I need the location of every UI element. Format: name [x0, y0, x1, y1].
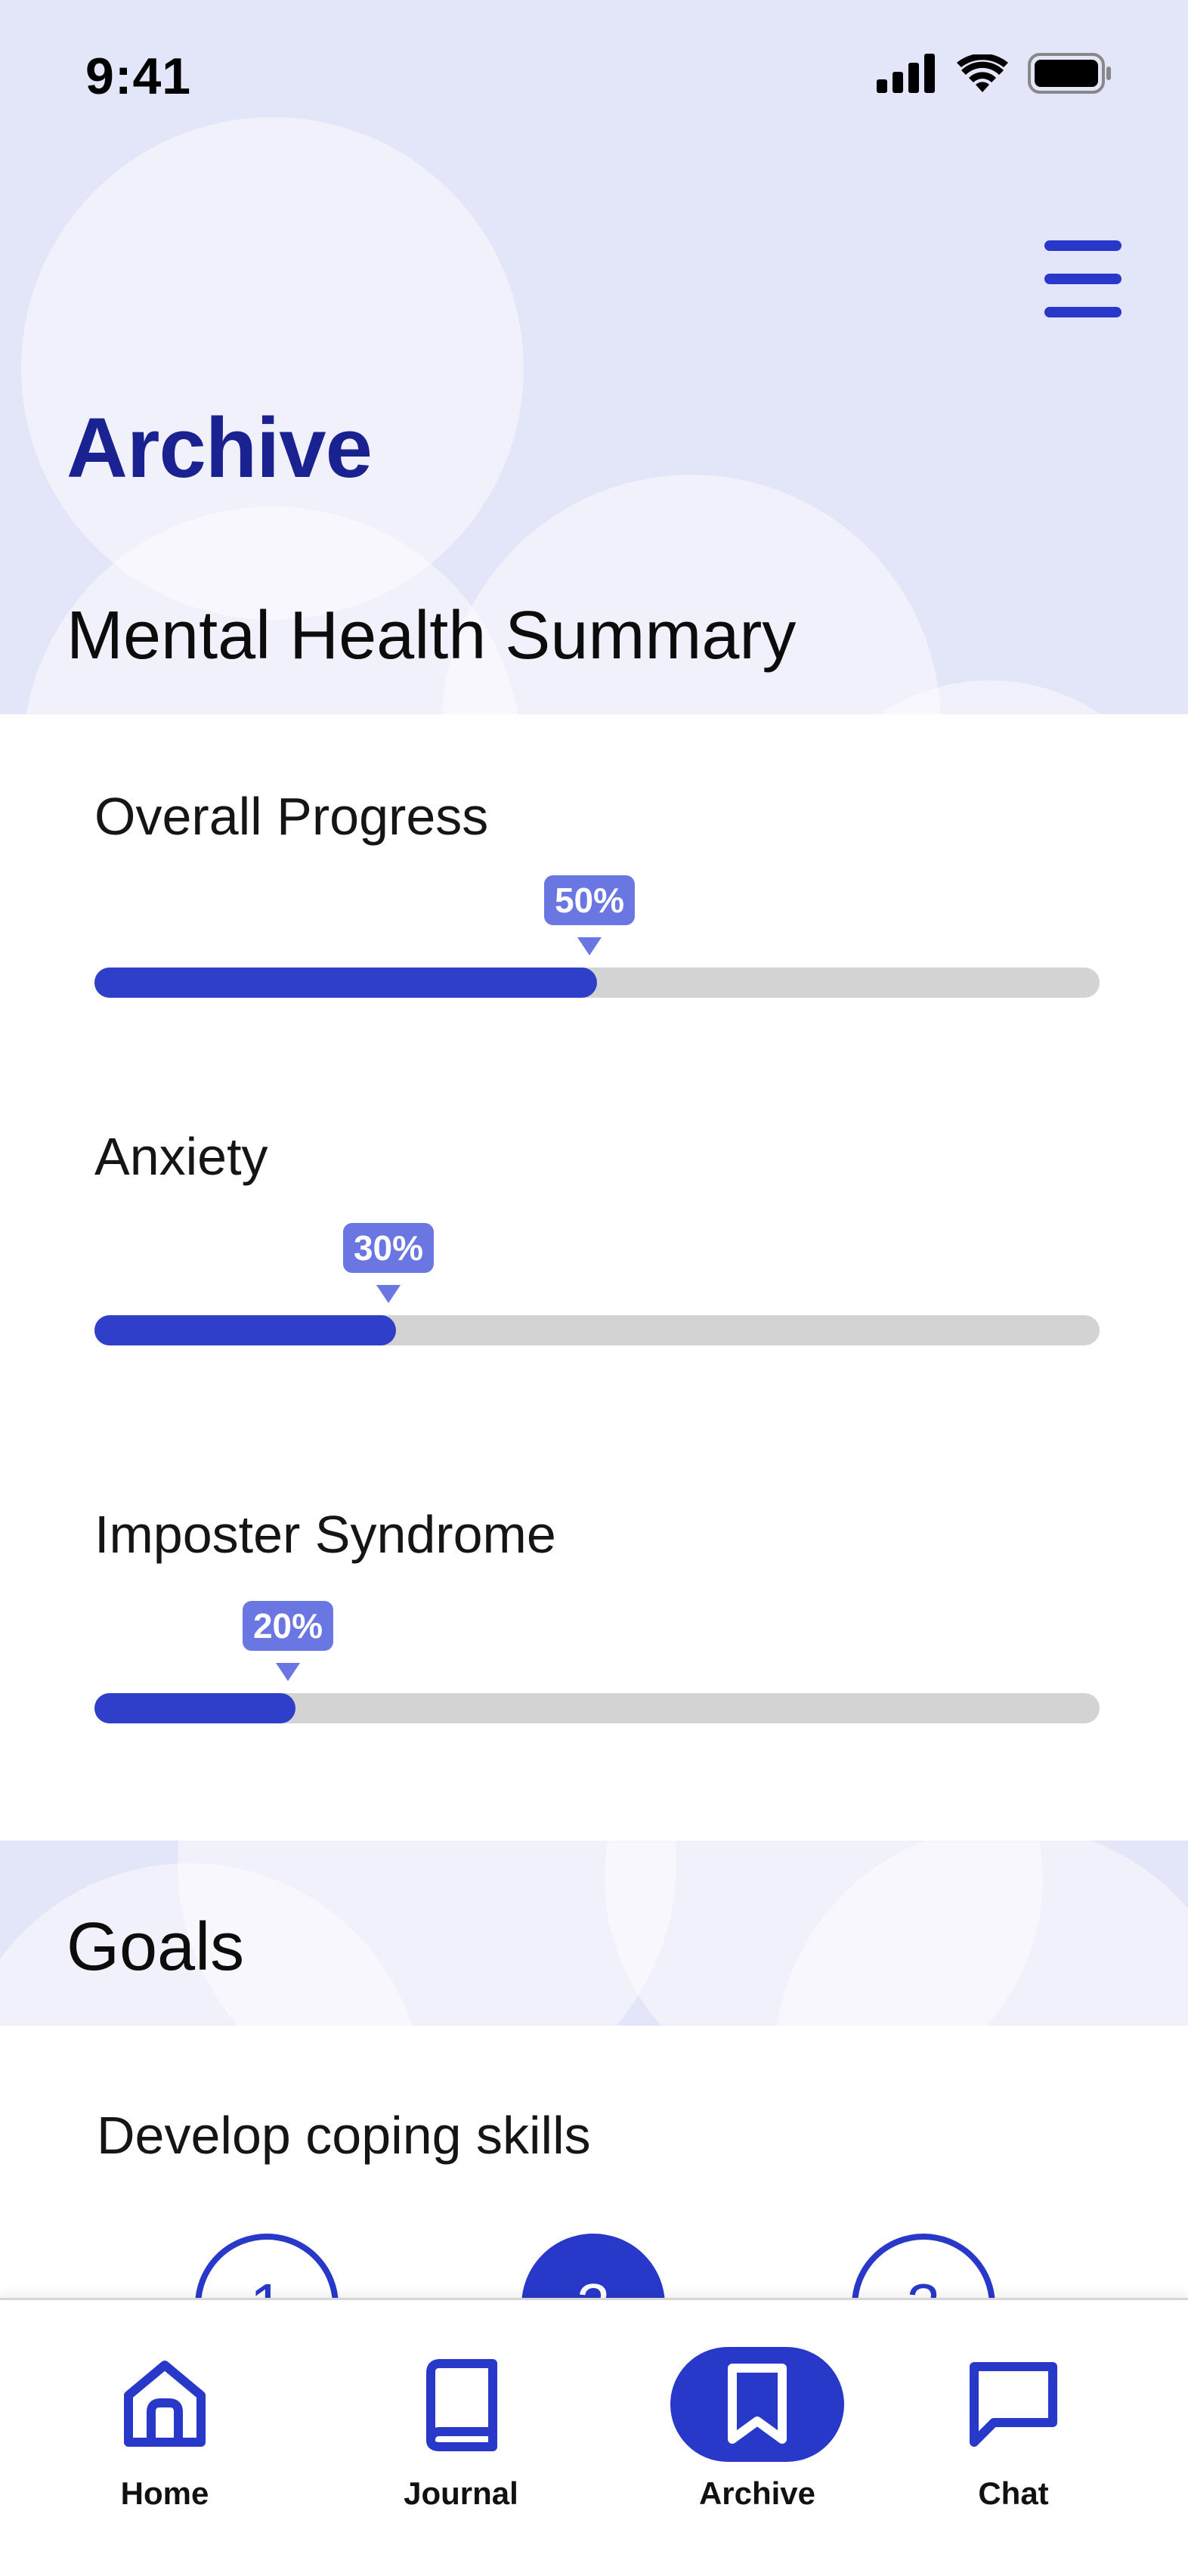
- progress-label: Overall Progress: [94, 787, 489, 846]
- tab-label: Home: [120, 2475, 209, 2511]
- battery-icon: [1028, 53, 1111, 94]
- progress-badge: 30%: [342, 1223, 435, 1273]
- tab-label: Archive: [698, 2475, 816, 2511]
- signal-icon: [877, 54, 935, 93]
- tab-icon-container: [670, 2347, 844, 2462]
- menu-line: [1044, 240, 1121, 251]
- tab-journal[interactable]: Journal: [374, 2300, 548, 2576]
- goal-label: Develop coping skills: [97, 2106, 591, 2165]
- progress-bar: [94, 1315, 1100, 1345]
- tab-chat[interactable]: Chat: [927, 2300, 1100, 2576]
- progress-bar: [94, 968, 1100, 998]
- progress-badge: 20%: [242, 1601, 334, 1651]
- decor-bubble: [442, 475, 941, 714]
- hamburger-menu-icon[interactable]: [1041, 237, 1125, 320]
- tab-icon-container: [374, 2347, 548, 2462]
- bottom-tab-bar: Home Journal Archive Chat: [0, 2298, 1188, 2576]
- tab-archive[interactable]: Archive: [670, 2300, 844, 2576]
- badge-pointer: [276, 1663, 300, 1681]
- progress-item-anxiety: Anxiety 30%: [94, 1126, 1100, 1353]
- tab-label: Journal: [404, 2475, 518, 2511]
- progress-item-imposter-syndrome: Imposter Syndrome 20%: [94, 1504, 1100, 1731]
- progress-fill: [94, 1693, 295, 1723]
- status-bar: 9:41: [0, 0, 1188, 151]
- tab-label: Chat: [978, 2475, 1049, 2511]
- chat-icon: [970, 2362, 1057, 2447]
- progress-badge: 50%: [543, 875, 636, 925]
- summary-title: Mental Health Summary: [67, 598, 797, 673]
- tab-icon-container: [927, 2347, 1100, 2462]
- progress-label: Imposter Syndrome: [94, 1505, 556, 1564]
- progress-bar: [94, 1693, 1100, 1723]
- progress-fill: [94, 968, 597, 998]
- status-time: 9:41: [85, 48, 192, 105]
- goals-title: Goals: [67, 1909, 245, 1985]
- menu-line: [1044, 274, 1121, 284]
- badge-pointer: [577, 937, 602, 955]
- progress-fill: [94, 1315, 396, 1345]
- status-icons: [877, 53, 1112, 94]
- progress-item-overall: Overall Progress 50%: [94, 786, 1100, 1005]
- home-icon: [124, 2361, 206, 2447]
- wifi-icon: [957, 54, 1008, 92]
- badge-pointer: [376, 1285, 401, 1303]
- tab-home[interactable]: Home: [78, 2300, 252, 2576]
- journal-icon: [426, 2359, 497, 2451]
- menu-line: [1044, 307, 1121, 317]
- progress-label: Anxiety: [94, 1127, 268, 1186]
- bookmark-icon: [728, 2364, 787, 2444]
- decor-bubble: [178, 1841, 676, 2026]
- page-title: Archive: [67, 401, 373, 495]
- tab-icon-container: [78, 2347, 252, 2462]
